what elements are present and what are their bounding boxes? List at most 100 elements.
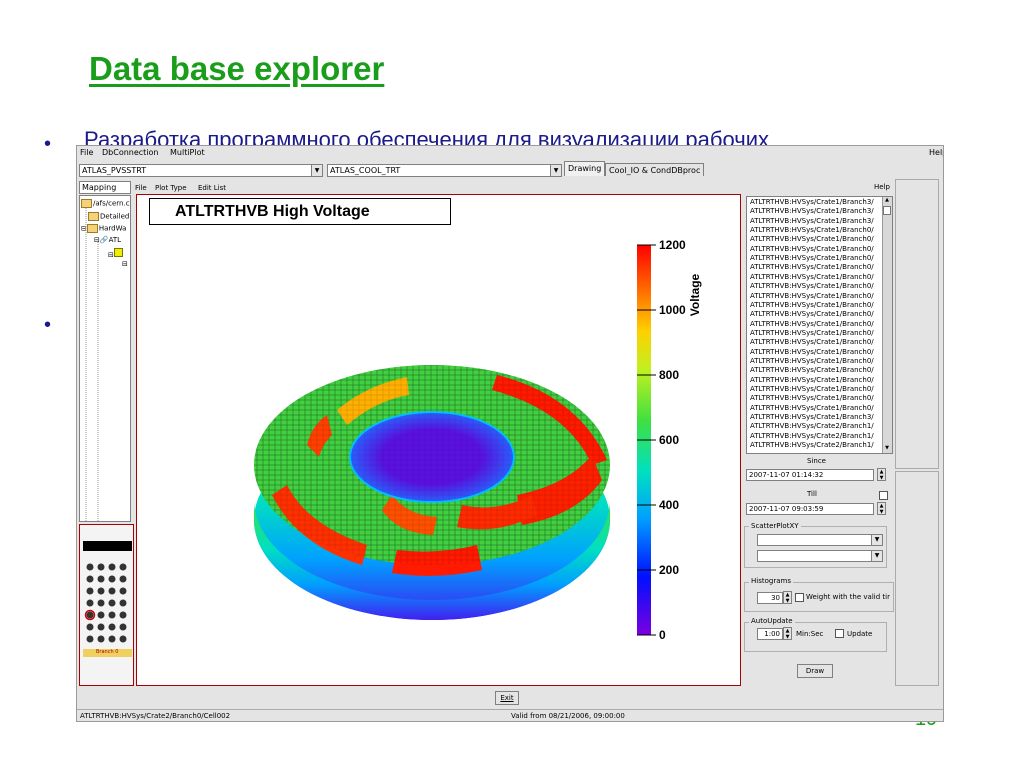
tab-drawing[interactable]: Drawing (564, 161, 606, 176)
tab-cool-io[interactable]: Cool_IO & CondDBproc (605, 163, 705, 176)
list-item[interactable]: ATLTRTHVB:HVSys/Crate1/Branch0/ (750, 235, 874, 243)
draw-button[interactable]: Draw (797, 664, 833, 678)
channel-list[interactable]: ATLTRTHVB:HVSys/Crate1/Branch3/ATLTRTHVB… (746, 196, 893, 454)
till-input[interactable]: 2007-11-07 09:03:59 (746, 503, 874, 515)
tab-mapping[interactable]: Mapping (79, 181, 131, 194)
list-item[interactable]: ATLTRTHVB:HVSys/Crate1/Branch0/ (750, 254, 874, 262)
colorbar-tick-label: 1000 (659, 303, 686, 317)
autoupdate-title: AutoUpdate (749, 617, 795, 625)
tree-view[interactable]: /afs/cern.ch Detailed ⊟ HardWa ⊟🔗ATL ⊟ ⊟ (79, 195, 131, 522)
colorbar-tick-label: 1200 (659, 238, 686, 252)
menu-help[interactable]: Help (929, 148, 943, 157)
till-checkbox[interactable] (879, 491, 888, 500)
ring-3d (254, 365, 610, 620)
list-item[interactable]: ATLTRTHVB:HVSys/Crate1/Branch0/ (750, 394, 874, 402)
autoupdate-spinner[interactable]: ▲ ▼ (783, 627, 792, 640)
chevron-down-icon[interactable]: ▼ (550, 165, 561, 176)
list-item[interactable]: ATLTRTHVB:HVSys/Crate2/Branch1/ (750, 441, 874, 449)
list-item[interactable]: ATLTRTHVB:HVSys/Crate1/Branch3/ (750, 198, 874, 206)
scatter-y-select[interactable]: ▼ (757, 550, 883, 562)
status-bar: ATLTRTHVB:HVSys/Crate2/Branch0/Cell002 V… (77, 709, 943, 721)
scroll-thumb[interactable] (883, 206, 891, 215)
since-label: Since (807, 457, 826, 465)
submenu-file[interactable]: File (135, 184, 147, 192)
list-item[interactable]: ATLTRTHVB:HVSys/Crate2/Branch1/ (750, 422, 874, 430)
till-spinner[interactable]: ▲ ▼ (877, 502, 886, 515)
thumb-caption: Branch 0 (96, 649, 119, 655)
list-item[interactable]: ATLTRTHVB:HVSys/Crate1/Branch0/ (750, 329, 874, 337)
since-input[interactable]: 2007-11-07 01:14:32 (746, 469, 874, 481)
list-item[interactable]: ATLTRTHVB:HVSys/Crate1/Branch3/ (750, 217, 874, 225)
thumb-grid (83, 563, 132, 657)
exit-button[interactable]: Exit (495, 691, 519, 705)
update-label: Update (847, 630, 873, 638)
list-item[interactable]: ATLTRTHVB:HVSys/Crate1/Branch0/ (750, 338, 874, 346)
branch-thumbnail[interactable]: Branch 0 (79, 524, 134, 686)
update-checkbox[interactable] (835, 629, 844, 638)
list-item[interactable]: ATLTRTHVB:HVSys/Crate1/Branch0/ (750, 245, 874, 253)
colorbar-tick-label: 600 (659, 433, 679, 447)
thumb-header (83, 541, 132, 551)
scroll-down-icon[interactable]: ▼ (883, 445, 891, 453)
status-left: ATLTRTHVB:HVSys/Crate2/Branch0/Cell002 (80, 712, 231, 720)
list-item[interactable]: ATLTRTHVB:HVSys/Crate1/Branch0/ (750, 357, 874, 365)
list-item[interactable]: ATLTRTHVB:HVSys/Crate1/Branch0/ (750, 404, 874, 412)
tree-lines (85, 208, 99, 521)
colorbar-tick-label: 400 (659, 498, 679, 512)
chevron-down-icon[interactable]: ▼ (871, 535, 882, 545)
list-item[interactable]: ATLTRTHVB:HVSys/Crate1/Branch0/ (750, 310, 874, 318)
side-panel-top (895, 179, 939, 469)
list-item[interactable]: ATLTRTHVB:HVSys/Crate1/Branch0/ (750, 292, 874, 300)
weight-label: Weight with the valid tir (806, 593, 890, 601)
autoupdate-input[interactable]: 1:00 (757, 628, 783, 640)
menu-multiplot[interactable]: MultiPlot (170, 148, 205, 157)
list-item[interactable]: ATLTRTHVB:HVSys/Crate1/Branch0/ (750, 320, 874, 328)
app-window: File DbConnection MultiPlot Help ATLAS_P… (76, 145, 944, 722)
submenu-help[interactable]: Help (874, 183, 890, 191)
minsec-label: Min:Sec (796, 630, 824, 638)
menubar: File DbConnection MultiPlot Help (77, 146, 943, 160)
side-panel-bottom (895, 471, 939, 686)
list-scrollbar[interactable]: ▲ ▼ (882, 197, 892, 453)
db-select-1[interactable]: ATLAS_PVSSTRT ▼ (79, 164, 323, 177)
list-item[interactable]: ATLTRTHVB:HVSys/Crate1/Branch0/ (750, 282, 874, 290)
plot-title: ATLTRTHVB High Voltage (175, 203, 370, 220)
list-item[interactable]: ATLTRTHVB:HVSys/Crate1/Branch0/ (750, 376, 874, 384)
slide-title: Data base explorer (89, 50, 385, 87)
submenu-plot-type[interactable]: Plot Type (155, 184, 187, 192)
chevron-down-icon[interactable]: ▼ (871, 551, 882, 561)
list-item[interactable]: ATLTRTHVB:HVSys/Crate1/Branch0/ (750, 366, 874, 374)
list-item[interactable]: ATLTRTHVB:HVSys/Crate1/Branch3/ (750, 207, 874, 215)
list-item[interactable]: ATLTRTHVB:HVSys/Crate1/Branch0/ (750, 348, 874, 356)
menu-file[interactable]: File (80, 148, 93, 157)
scatter-x-select[interactable]: ▼ (757, 534, 883, 546)
submenu-edit-list[interactable]: Edit List (198, 184, 226, 192)
colorbar-label: Voltage (688, 273, 702, 316)
histograms-input[interactable]: 30 (757, 592, 783, 604)
histograms-title: Histograms (749, 577, 793, 585)
histograms-spinner[interactable]: ▲ ▼ (783, 591, 792, 604)
db-select-1-value: ATLAS_PVSSTRT (82, 166, 147, 175)
list-item[interactable]: ATLTRTHVB:HVSys/Crate2/Branch1/ (750, 432, 874, 440)
colorbar-tick-label: 0 (659, 628, 666, 642)
list-item[interactable]: ATLTRTHVB:HVSys/Crate1/Branch0/ (750, 263, 874, 271)
list-item[interactable]: ATLTRTHVB:HVSys/Crate1/Branch0/ (750, 385, 874, 393)
list-item[interactable]: ATLTRTHVB:HVSys/Crate1/Branch3/ (750, 413, 874, 421)
db-select-2-value: ATLAS_COOL_TRT (330, 166, 401, 175)
bullet-marker: • (44, 133, 52, 155)
colorbar-tick-label: 800 (659, 368, 679, 382)
weight-checkbox[interactable] (795, 593, 804, 602)
scatter-group-title: ScatterPlotXY (749, 522, 801, 530)
colorbar-tick-label: 200 (659, 563, 679, 577)
bullet-marker-2: • (44, 314, 52, 336)
chevron-down-icon[interactable]: ▼ (311, 165, 322, 176)
plot-canvas[interactable]: 0 200 400 600 800 1000 1200 Voltage (136, 194, 741, 686)
plot-svg: 0 200 400 600 800 1000 1200 Voltage (254, 238, 702, 642)
menu-dbconnection[interactable]: DbConnection (102, 148, 159, 157)
db-select-2[interactable]: ATLAS_COOL_TRT ▼ (327, 164, 562, 177)
list-item[interactable]: ATLTRTHVB:HVSys/Crate1/Branch0/ (750, 301, 874, 309)
list-item[interactable]: ATLTRTHVB:HVSys/Crate1/Branch0/ (750, 226, 874, 234)
list-item[interactable]: ATLTRTHVB:HVSys/Crate1/Branch0/ (750, 273, 874, 281)
scroll-up-icon[interactable]: ▲ (883, 197, 891, 205)
since-spinner[interactable]: ▲ ▼ (877, 468, 886, 481)
